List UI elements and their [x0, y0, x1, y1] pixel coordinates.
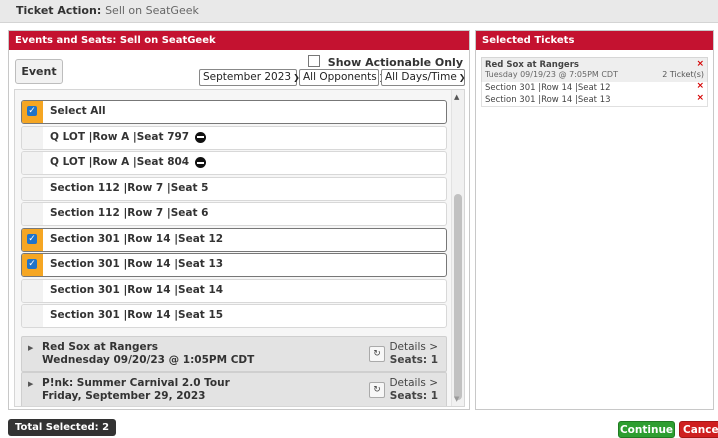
seat-checkbox-cell[interactable]: ✓	[22, 101, 43, 123]
seat-row[interactable]: Section 112 |Row 7 |Seat 5	[21, 176, 447, 201]
scroll-up-arrow-icon[interactable]: ▲	[454, 93, 459, 101]
seat-label: Section 301 |Row 14 |Seat 13	[50, 258, 224, 270]
selected-ticket-label: Section 301 |Row 14 |Seat 12	[485, 83, 611, 93]
checkbox-checked-icon[interactable]: ✓	[27, 106, 37, 116]
selected-event-date: Tuesday 09/19/23 @ 7:05PM CDT	[485, 70, 618, 79]
checkbox-checked-icon[interactable]: ✓	[27, 259, 37, 269]
seat-label: Section 301 |Row 14 |Seat 15	[50, 309, 224, 321]
event-date: Friday, September 29, 2023	[42, 390, 206, 402]
event-button[interactable]: Event	[15, 59, 63, 84]
event-seat-count: Seats: 1	[389, 354, 438, 366]
seat-label: Section 301 |Row 14 |Seat 14	[50, 283, 224, 296]
seat-checkbox-cell[interactable]	[22, 177, 43, 200]
ticket-action-label-text: Ticket Action:	[16, 4, 102, 17]
scrollbar-thumb[interactable]	[454, 194, 462, 400]
selected-event-name: Red Sox at Rangers	[485, 60, 579, 70]
event-details-link[interactable]: Details >	[389, 341, 438, 353]
chevron-down-icon: ❯	[458, 73, 466, 82]
event-details-link[interactable]: Details >	[389, 377, 438, 389]
seat-label: Section 112 |Row 7 |Seat 5	[50, 181, 209, 194]
seat-checkbox-cell[interactable]	[22, 152, 43, 174]
ticket-action-value: Sell on SeatGeek	[105, 4, 199, 17]
cancel-button[interactable]: Cancel	[679, 421, 718, 438]
remove-event-icon[interactable]: ×	[696, 59, 704, 69]
unavailable-icon	[195, 131, 206, 143]
month-select[interactable]: September 2023 ❯	[199, 69, 300, 86]
seat-row[interactable]: ✓ Section 301 |Row 14 |Seat 13	[21, 253, 447, 277]
sync-icon[interactable]: ↻	[369, 346, 385, 362]
caret-right-icon[interactable]: ▶	[28, 380, 33, 388]
month-select-value: September 2023	[203, 71, 292, 83]
event-row[interactable]: ▶ Red Sox at Rangers Wednesday 09/20/23 @ …	[21, 336, 447, 372]
event-date: Wednesday 09/20/23 @ 1:05PM CDT	[42, 354, 255, 366]
ticket-action-bar: Ticket Action: Sell on SeatGeek	[0, 0, 718, 23]
select-all-row[interactable]: ✓ Select All	[21, 100, 447, 124]
seat-label: Select All	[50, 105, 106, 117]
seat-checkbox-cell[interactable]	[22, 126, 43, 149]
days-time-select-value: All Days/Time	[385, 71, 457, 83]
list-scrollbar[interactable]: ▲ ▼	[451, 90, 464, 406]
seat-label: Q LOT |Row A |Seat 804	[50, 156, 190, 168]
show-actionable-checkbox[interactable]	[307, 55, 320, 67]
total-selected-badge: Total Selected: 2	[8, 419, 117, 436]
selected-ticket-count: 2 Ticket(s)	[662, 70, 704, 79]
unavailable-icon	[195, 157, 206, 168]
event-row[interactable]: ▶ P!nk: Summer Carnival 2.0 Tour Friday, S…	[21, 372, 447, 406]
selected-tickets-panel: Selected Tickets Red Sox at Rangers Tues…	[475, 30, 714, 410]
selected-event: Red Sox at Rangers Tuesday 09/19/23 @ 7:…	[481, 57, 708, 83]
seat-row[interactable]: ✓ Section 301 |Row 14 |Seat 12	[21, 227, 447, 252]
event-name: P!nk: Summer Carnival 2.0 Tour	[42, 377, 230, 389]
seat-list: ✓ Select All Q LOT |Row A |Seat 797 Q LOT |…	[14, 89, 465, 407]
seat-checkbox-cell[interactable]	[22, 203, 43, 225]
seat-row[interactable]: Section 301 |Row 14 |Seat 15	[21, 304, 447, 328]
seat-row[interactable]: Section 112 |Row 7 |Seat 6	[21, 202, 447, 226]
events-panel-header: Events and Seats: Sell on SeatGeek	[9, 31, 469, 50]
days-time-select[interactable]: All Days/Time ❯	[381, 69, 466, 86]
event-name: Red Sox at Rangers	[42, 341, 159, 353]
event-seat-count: Seats: 1	[389, 390, 438, 402]
seat-row[interactable]: Q LOT |Row A |Seat 804	[21, 151, 447, 175]
ticket-action-label: Ticket Action: Sell on SeatGeek	[16, 4, 199, 17]
seat-checkbox-cell[interactable]	[22, 305, 43, 327]
continue-button[interactable]: Continue	[618, 421, 675, 438]
selected-panel-header: Selected Tickets	[476, 31, 713, 50]
remove-ticket-icon[interactable]: ×	[696, 93, 704, 103]
caret-right-icon[interactable]: ▶	[28, 344, 33, 352]
checkbox-checked-icon[interactable]: ✓	[27, 233, 37, 244]
events-and-seats-panel: Events and Seats: Sell on SeatGeek Event…	[8, 30, 470, 410]
scroll-down-arrow-icon[interactable]: ▼	[454, 395, 459, 403]
seat-label: Section 301 |Row 14 |Seat 12	[50, 232, 224, 245]
selected-ticket-label: Section 301 |Row 14 |Seat 13	[485, 95, 611, 105]
seat-checkbox-cell[interactable]	[22, 279, 43, 302]
seat-row[interactable]: Q LOT |Row A |Seat 797	[21, 125, 447, 150]
seat-checkbox-cell[interactable]: ✓	[22, 228, 43, 251]
remove-ticket-icon[interactable]: ×	[696, 81, 704, 91]
show-actionable-toggle[interactable]: Show Actionable Only	[307, 55, 463, 69]
seat-label: Q LOT |Row A |Seat 797	[50, 130, 190, 143]
opponents-select[interactable]: All Opponents❯	[299, 69, 385, 86]
show-actionable-label: Show Actionable Only	[327, 56, 463, 69]
sync-icon[interactable]: ↻	[369, 382, 385, 398]
seat-row[interactable]: Section 301 |Row 14 |Seat 14	[21, 278, 447, 303]
seat-checkbox-cell[interactable]: ✓	[22, 254, 43, 276]
opponents-select-value: All Opponents	[303, 71, 377, 83]
selected-ticket-row: Section 301 |Row 14 |Seat 13 ×	[481, 93, 708, 107]
seat-label: Section 112 |Row 7 |Seat 6	[50, 207, 209, 219]
